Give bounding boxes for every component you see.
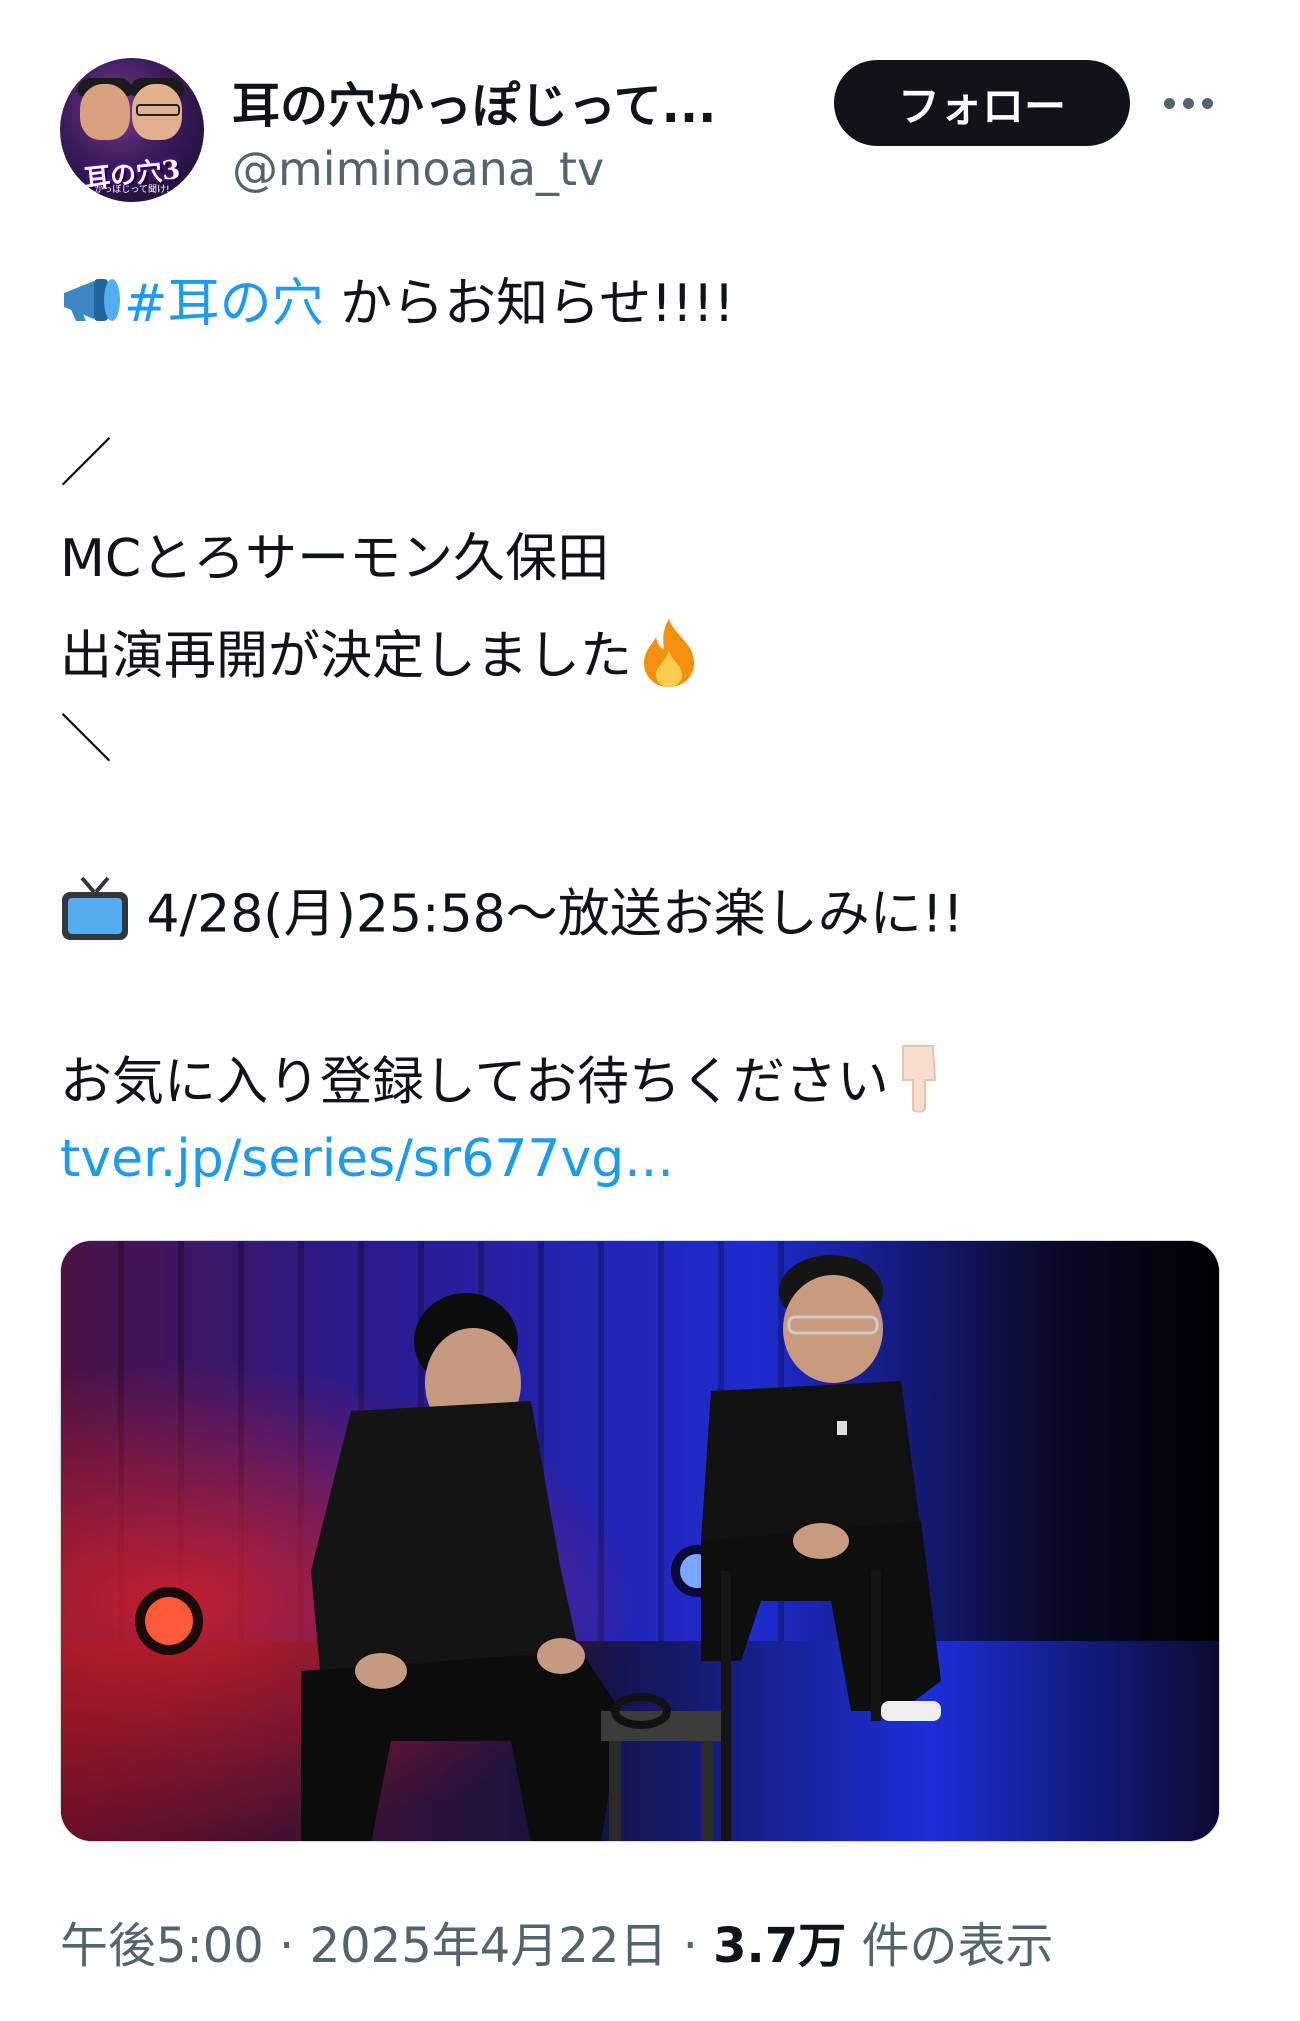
slash-close: ＼ [60,710,113,770]
tweet-line-resume: 出演再開が決定しました [60,615,706,704]
tweet-line-favorite: お気に入り登録してお待ちください [60,1040,949,1131]
avatar[interactable]: 耳の穴3 かっぽじって聞け! [60,58,204,202]
tweet-line-mc: MCとろサーモン久保田 [60,529,610,589]
avatar-glasses [136,104,180,116]
tweet-text: 出演再開が決定しました [60,626,633,687]
tweet-text: お気に入り登録してお待ちください [60,1052,889,1113]
tweet-metadata: 午後5:00 · 2025年4月22日 · 3.7万 件の表示 [60,1906,1053,1976]
tweet-time[interactable]: 午後5:00 [60,1918,264,1974]
tver-link[interactable]: tver.jp/series/sr677vg... [60,1127,674,1191]
stage-photo [61,1241,1219,1841]
tv-icon [60,874,130,961]
separator: · [667,1918,714,1974]
follow-button[interactable]: フォロー [834,60,1130,146]
tweet-text: 4/28(月)25:58〜放送お楽しみに!! [130,884,964,945]
avatar-face [80,84,130,140]
separator: · [263,1918,310,1974]
tweet-line-broadcast: 4/28(月)25:58〜放送お楽しみに!! [60,874,963,961]
avatar-subtitle: かっぽじって聞け! [94,185,170,195]
views-label: 件の表示 [846,1918,1054,1974]
tweet-image[interactable] [60,1240,1220,1842]
views-count: 3.7万 [713,1918,847,1974]
slash-open: ／ [60,434,113,494]
hashtag-link[interactable]: #耳の穴 [124,274,324,334]
fire-icon [632,615,706,704]
tweet-date[interactable]: 2025年4月22日 [310,1918,668,1974]
author-display-name[interactable]: 耳の穴かっぽじって... [232,66,716,136]
megaphone-icon [60,275,124,340]
pointing-down-icon [889,1040,949,1131]
author-handle[interactable]: @miminoana_tv [232,142,604,196]
more-icon[interactable] [1164,88,1220,118]
tweet-line-announcement: #耳の穴 からお知らせ!!!! [60,272,734,340]
tweet-text: からお知らせ!!!! [323,274,735,334]
